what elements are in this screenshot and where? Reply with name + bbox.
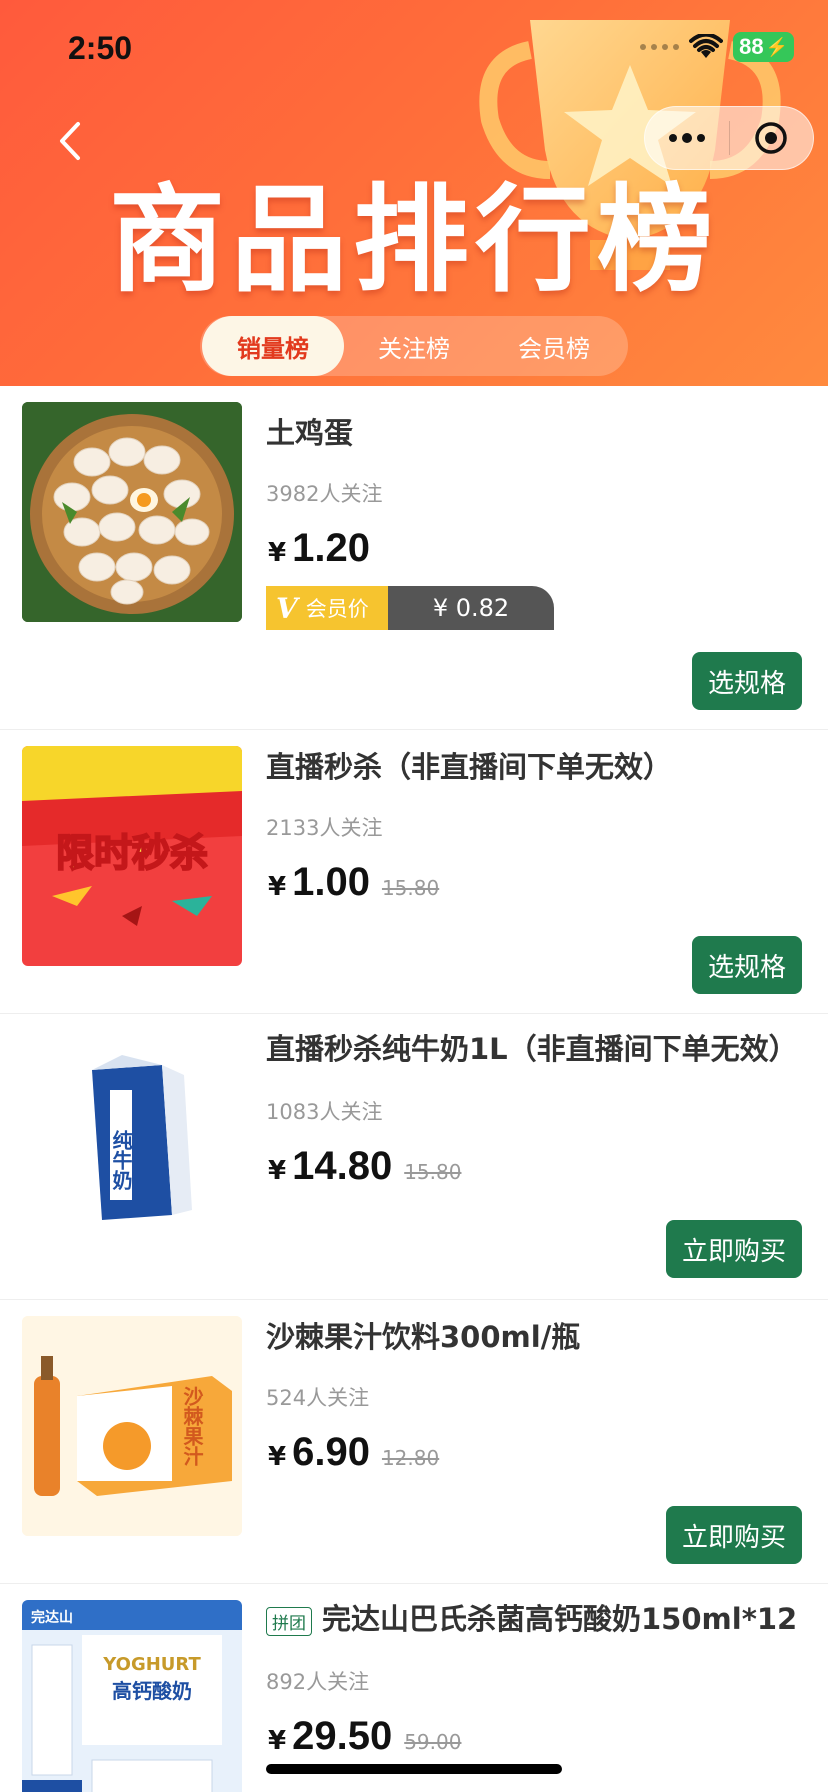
- product-name[interactable]: 沙棘果汁饮料300ml/瓶: [266, 1314, 580, 1356]
- milk-text: 纯牛奶: [109, 1129, 133, 1191]
- tab-member[interactable]: 会员榜: [484, 316, 624, 376]
- yoghurt-box-image: 完达山 YOGHURT 高钙酸奶: [22, 1600, 242, 1792]
- follow-count: 1083人关注: [266, 1100, 383, 1124]
- original-price: 15.80: [381, 876, 440, 900]
- tab-follow[interactable]: 关注榜: [344, 316, 484, 376]
- member-label: 会员价: [305, 597, 369, 621]
- currency-symbol: ¥: [268, 538, 287, 568]
- list-item[interactable]: 限时秒杀 直播秒杀（非直播间下单无效） 2133人关注 ¥ 1.00 15.80…: [0, 730, 828, 1014]
- original-price: 59.00: [404, 1730, 462, 1754]
- product-name-text: 完达山巴氏杀菌高钙酸奶150ml*12: [322, 1602, 798, 1636]
- currency-symbol: ¥: [268, 1442, 287, 1472]
- brand-logo-text: 完达山: [31, 1609, 73, 1626]
- yoghurt-text: 高钙酸奶: [112, 1679, 192, 1703]
- list-item[interactable]: 土鸡蛋 3982人关注 ¥ 1.20 V 会员价 ¥ 0.82 选规格: [0, 386, 828, 730]
- original-price: 15.80: [404, 1160, 462, 1184]
- home-indicator: [266, 1764, 562, 1774]
- buy-now-button[interactable]: 立即购买: [666, 1506, 802, 1564]
- product-price: 1.20: [292, 526, 370, 570]
- price-row: ¥ 1.00 15.80: [268, 860, 439, 905]
- select-spec-button[interactable]: 选规格: [692, 936, 802, 994]
- status-icons: 88 ⚡: [640, 32, 794, 62]
- currency-symbol: ¥: [268, 872, 287, 902]
- follow-count: 3982人关注: [266, 482, 383, 506]
- buy-now-button[interactable]: 立即购买: [666, 1220, 802, 1278]
- group-buy-tag: 拼团: [266, 1606, 312, 1636]
- product-price: 1.00: [292, 860, 370, 904]
- product-name[interactable]: 土鸡蛋: [266, 410, 353, 452]
- status-time: 2:50: [68, 30, 133, 66]
- product-price: 14.80: [292, 1144, 393, 1188]
- milk-carton-image: 纯牛奶: [22, 1030, 242, 1250]
- yoghurt-en-text: YOGHURT: [102, 1654, 201, 1675]
- product-name[interactable]: 拼团 完达山巴氏杀菌高钙酸奶150ml*12: [266, 1596, 797, 1638]
- follow-count: 2133人关注: [266, 816, 383, 840]
- product-price: 6.90: [292, 1430, 370, 1474]
- currency-symbol: ¥: [268, 1156, 287, 1186]
- product-image[interactable]: 纯牛奶: [22, 1030, 242, 1250]
- juice-text: 沙棘果汁: [180, 1386, 204, 1467]
- page: 2:50 88 ⚡ 商品排行榜 销量榜 关注榜 会员榜 土鸡蛋 3982人关注 …: [0, 0, 828, 1792]
- select-spec-button[interactable]: 选规格: [692, 652, 802, 710]
- page-title: 商品排行榜: [109, 173, 719, 308]
- eggs-basket-image: [22, 402, 242, 622]
- header-banner: 2:50 88 ⚡ 商品排行榜 销量榜 关注榜 会员榜: [0, 0, 828, 386]
- battery-indicator: 88 ⚡: [733, 32, 794, 62]
- list-item[interactable]: 沙棘果汁 沙棘果汁饮料300ml/瓶 524人关注 ¥ 6.90 12.80 立…: [0, 1300, 828, 1584]
- follow-count: 892人关注: [266, 1670, 370, 1694]
- follow-count: 524人关注: [266, 1386, 370, 1410]
- list-item[interactable]: 完达山 YOGHURT 高钙酸奶 拼团 完达山巴氏杀菌高钙酸奶150ml*12 8…: [0, 1584, 828, 1792]
- price-row: ¥ 1.20: [268, 526, 370, 571]
- product-image[interactable]: 限时秒杀: [22, 746, 242, 966]
- product-name[interactable]: 直播秒杀（非直播间下单无效）: [266, 744, 672, 786]
- price-row: ¥ 6.90 12.80: [268, 1430, 439, 1475]
- price-row: ¥ 29.50 59.00: [268, 1714, 461, 1759]
- vip-icon: V: [276, 591, 298, 625]
- list-item[interactable]: 纯牛奶 直播秒杀纯牛奶1L（非直播间下单无效） 1083人关注 ¥ 14.80 …: [0, 1014, 828, 1300]
- ranking-tabs: 销量榜 关注榜 会员榜: [200, 316, 628, 376]
- product-image[interactable]: 完达山 YOGHURT 高钙酸奶: [22, 1600, 242, 1792]
- wifi-icon: [689, 34, 724, 58]
- member-price-badge: V 会员价 ¥ 0.82: [266, 586, 554, 630]
- product-image[interactable]: [22, 402, 242, 622]
- product-image[interactable]: 沙棘果汁: [22, 1316, 242, 1536]
- product-name[interactable]: 直播秒杀纯牛奶1L（非直播间下单无效）: [266, 1026, 798, 1068]
- flash-sale-text: 限时秒杀: [56, 831, 208, 875]
- charging-bolt-icon: ⚡: [765, 36, 788, 57]
- juice-box-image: 沙棘果汁: [22, 1316, 242, 1536]
- currency-symbol: ¥: [268, 1726, 287, 1756]
- price-row: ¥ 14.80 15.80: [268, 1144, 461, 1189]
- signal-icon: [640, 44, 680, 50]
- product-price: 29.50: [292, 1714, 393, 1758]
- tab-sales[interactable]: 销量榜: [202, 316, 344, 376]
- member-price: ¥ 0.82: [388, 586, 554, 630]
- member-tag: V 会员价: [266, 586, 388, 630]
- flash-sale-image: 限时秒杀: [22, 746, 242, 966]
- original-price: 12.80: [381, 1446, 440, 1470]
- product-list: 土鸡蛋 3982人关注 ¥ 1.20 V 会员价 ¥ 0.82 选规格 限时秒杀…: [0, 386, 828, 1792]
- battery-level: 88: [739, 34, 764, 59]
